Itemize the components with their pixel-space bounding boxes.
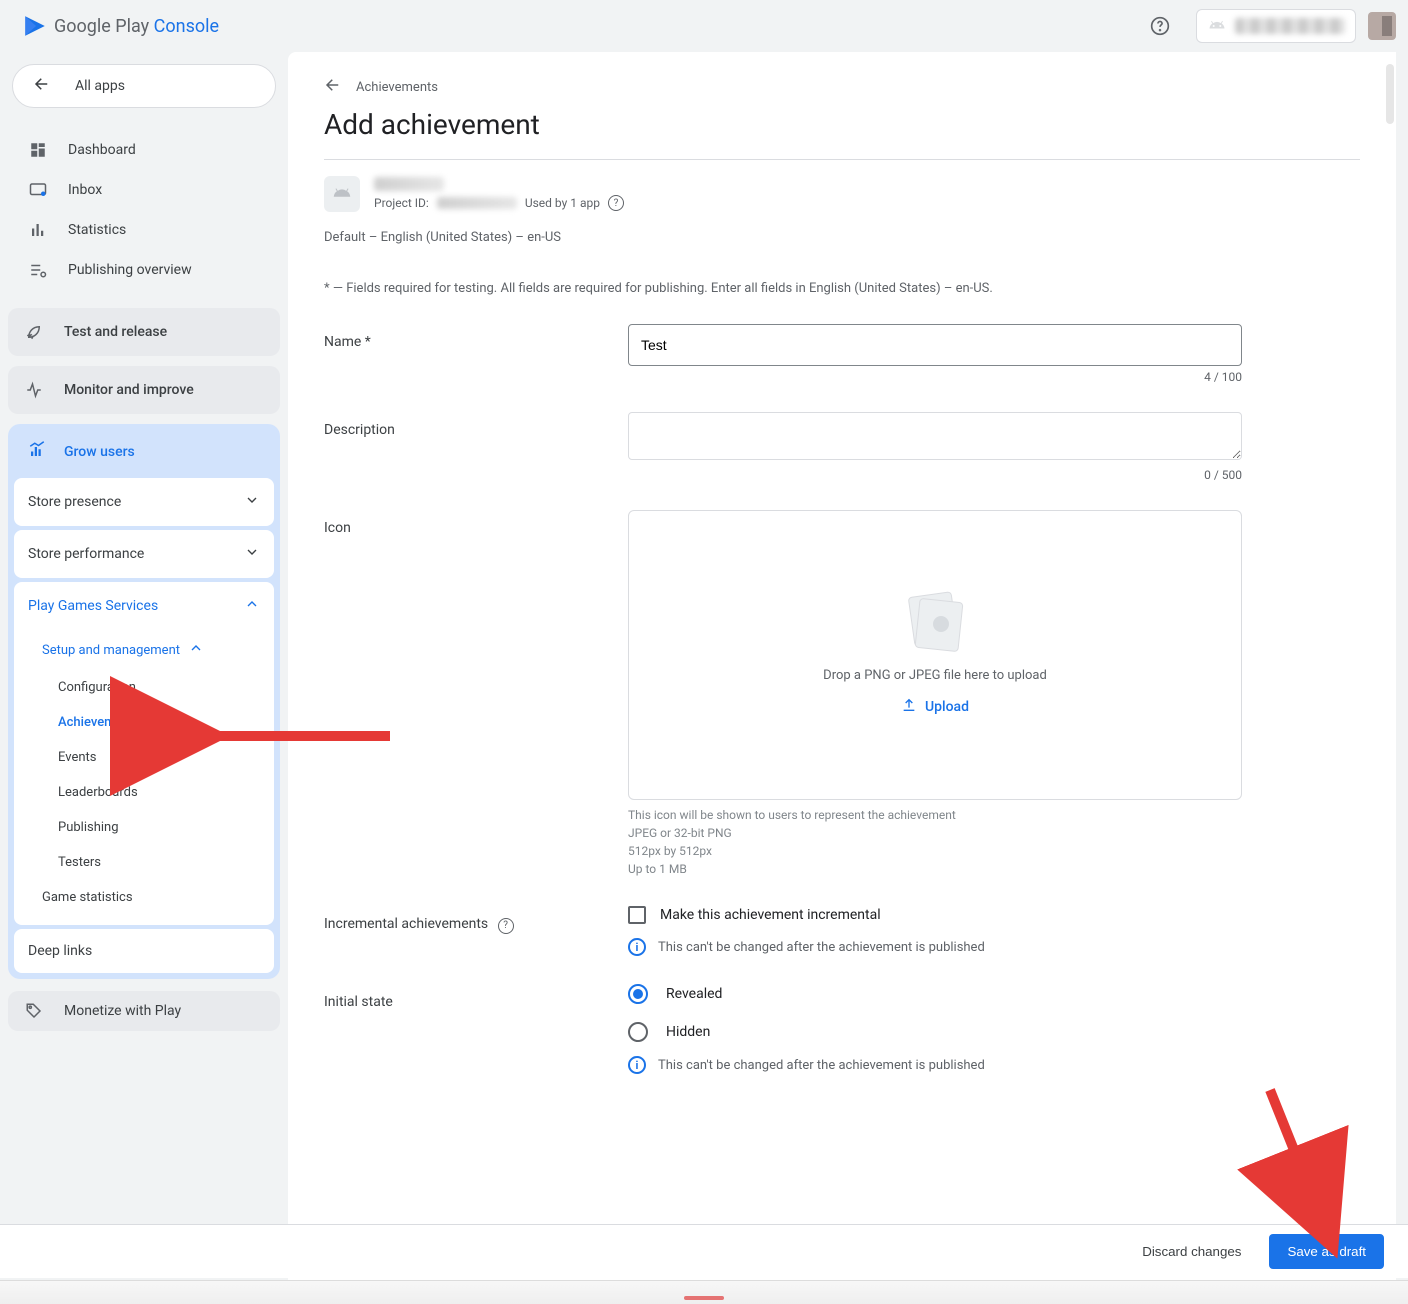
initial-state-label: Initial state bbox=[324, 984, 628, 1074]
incremental-info: This can't be changed after the achievem… bbox=[658, 940, 985, 955]
store-performance-expander[interactable]: Store performance bbox=[14, 530, 274, 578]
icon-label: Icon bbox=[324, 510, 628, 878]
grow-icon bbox=[28, 441, 46, 463]
nav-statistics[interactable]: Statistics bbox=[12, 210, 276, 250]
chevron-up-icon bbox=[188, 640, 204, 660]
nav-configuration[interactable]: Configuration bbox=[22, 670, 274, 705]
upload-illustration-icon bbox=[905, 594, 965, 654]
store-presence-expander[interactable]: Store presence bbox=[14, 478, 274, 526]
app-name-redacted bbox=[1235, 18, 1345, 34]
description-label: Description bbox=[324, 412, 628, 482]
inbox-icon bbox=[28, 180, 48, 200]
dropzone-text: Drop a PNG or JPEG file here to upload bbox=[823, 668, 1047, 683]
sidebar: All apps Dashboard Inbox Statistics Pu bbox=[0, 52, 288, 1304]
used-by-label: Used by 1 app bbox=[525, 196, 600, 210]
app-info-row: Project ID: Used by 1 app ? bbox=[324, 176, 1360, 212]
icon-dropzone[interactable]: Drop a PNG or JPEG file here to upload U… bbox=[628, 510, 1242, 800]
setup-management-expander[interactable]: Setup and management bbox=[22, 630, 274, 670]
grow-users-header[interactable]: Grow users bbox=[14, 430, 274, 474]
info-icon: i bbox=[628, 938, 646, 956]
os-taskbar bbox=[0, 1280, 1408, 1304]
page-title: Add achievement bbox=[324, 108, 1360, 141]
help-icon[interactable]: ? bbox=[498, 918, 514, 934]
play-console-icon bbox=[22, 13, 48, 39]
nav-leaderboards[interactable]: Leaderboards bbox=[22, 775, 274, 810]
logo-text: Google Play Console bbox=[54, 16, 219, 37]
description-counter: 0 / 500 bbox=[628, 468, 1242, 482]
app-switcher[interactable] bbox=[1196, 9, 1356, 43]
nav-dashboard[interactable]: Dashboard bbox=[12, 130, 276, 170]
default-language: Default – English (United States) – en-U… bbox=[324, 230, 1360, 245]
chevron-down-icon bbox=[244, 544, 260, 564]
statistics-icon bbox=[28, 220, 48, 240]
chevron-up-icon bbox=[244, 596, 260, 616]
name-counter: 4 / 100 bbox=[628, 370, 1242, 384]
nav-inbox[interactable]: Inbox bbox=[12, 170, 276, 210]
save-draft-button[interactable]: Save as draft bbox=[1269, 1234, 1384, 1269]
nav-publishing[interactable]: Publishing bbox=[22, 810, 274, 845]
footer-bar: Discard changes Save as draft bbox=[0, 1224, 1408, 1278]
all-apps-label: All apps bbox=[75, 78, 125, 94]
pulse-icon bbox=[24, 380, 44, 400]
radio-hidden[interactable]: Hidden bbox=[628, 1022, 1242, 1042]
tag-icon bbox=[24, 1001, 44, 1021]
pgs-sublist: Setup and management Configuration Achie… bbox=[14, 630, 274, 925]
nav-monetize[interactable]: Monetize with Play bbox=[8, 991, 280, 1031]
name-label: Name * bbox=[324, 324, 628, 384]
android-icon bbox=[1207, 16, 1227, 36]
rocket-icon bbox=[24, 322, 44, 342]
icon-help: This icon will be shown to users to repr… bbox=[628, 806, 1242, 878]
nav-game-statistics[interactable]: Game statistics bbox=[22, 880, 274, 915]
nav-achievements[interactable]: Achievements bbox=[22, 705, 274, 740]
nav-events[interactable]: Events bbox=[22, 740, 274, 775]
play-games-services-expander[interactable]: Play Games Services bbox=[14, 582, 274, 630]
incremental-checkbox[interactable] bbox=[628, 906, 646, 924]
radio-icon bbox=[628, 984, 648, 1004]
help-icon[interactable] bbox=[1148, 14, 1172, 38]
app-name-redacted bbox=[374, 177, 444, 191]
scrollbar[interactable] bbox=[1386, 64, 1394, 124]
radio-icon bbox=[628, 1022, 648, 1042]
android-icon bbox=[324, 176, 360, 212]
app-header: Google Play Console bbox=[0, 0, 1408, 52]
nav-test-release[interactable]: Test and release bbox=[8, 308, 280, 356]
chevron-down-icon bbox=[244, 492, 260, 512]
arrow-left-icon bbox=[324, 76, 342, 98]
info-icon: i bbox=[628, 1056, 646, 1074]
project-id-redacted bbox=[437, 197, 517, 209]
nav-testers[interactable]: Testers bbox=[22, 845, 274, 880]
nav-monitor-improve[interactable]: Monitor and improve bbox=[8, 366, 280, 414]
nav-deep-links[interactable]: Deep links bbox=[14, 929, 274, 973]
discard-button[interactable]: Discard changes bbox=[1128, 1234, 1255, 1269]
name-input[interactable] bbox=[628, 324, 1242, 366]
breadcrumb-back[interactable]: Achievements bbox=[324, 76, 1360, 98]
all-apps-button[interactable]: All apps bbox=[12, 64, 276, 108]
state-info: This can't be changed after the achievem… bbox=[658, 1058, 985, 1073]
nav-grow-users: Grow users Store presence Store performa… bbox=[8, 424, 280, 979]
upload-button[interactable]: Upload bbox=[901, 697, 969, 717]
nav-primary: Dashboard Inbox Statistics Publishing ov… bbox=[8, 122, 280, 298]
publishing-icon bbox=[28, 260, 48, 280]
project-id-label: Project ID: bbox=[374, 196, 429, 210]
help-icon[interactable]: ? bbox=[608, 195, 624, 211]
arrow-left-icon bbox=[33, 75, 51, 97]
nav-publishing-overview[interactable]: Publishing overview bbox=[12, 250, 276, 290]
upload-icon bbox=[901, 697, 917, 717]
main-content: Achievements Add achievement Project ID:… bbox=[288, 52, 1396, 1304]
incremental-checkbox-label: Make this achievement incremental bbox=[660, 907, 881, 923]
radio-revealed[interactable]: Revealed bbox=[628, 984, 1242, 1004]
required-note: * — Fields required for testing. All fie… bbox=[324, 281, 1360, 296]
incremental-label: Incremental achievements ? bbox=[324, 906, 628, 956]
dashboard-icon bbox=[28, 140, 48, 160]
account-avatar[interactable] bbox=[1368, 12, 1396, 40]
description-input[interactable] bbox=[628, 412, 1242, 460]
logo[interactable]: Google Play Console bbox=[12, 13, 229, 39]
